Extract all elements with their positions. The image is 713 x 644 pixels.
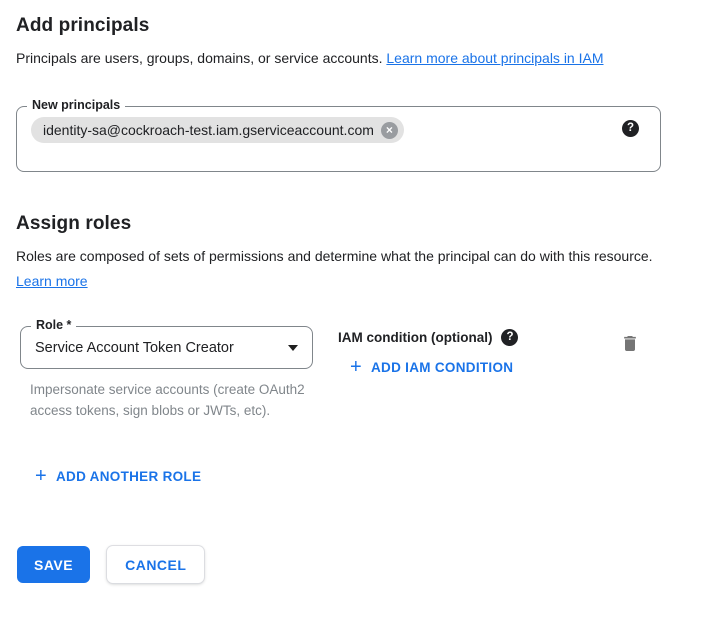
roles-description: Roles are composed of sets of permission… [16,244,671,294]
iam-condition-help-icon[interactable]: ? [501,329,518,346]
new-principals-field[interactable]: New principals identity-sa@cockroach-tes… [16,106,661,172]
plus-icon: + [35,468,47,484]
principals-description: Principals are users, groups, domains, o… [16,46,671,71]
new-principals-label: New principals [27,98,125,112]
principal-chip-label: identity-sa@cockroach-test.iam.gservicea… [43,122,374,138]
add-another-role-button[interactable]: + ADD ANOTHER ROLE [35,468,201,484]
cancel-button[interactable]: CANCEL [107,546,204,583]
role-helper-text: Impersonate service accounts (create OAu… [30,380,306,421]
role-label: Role * [31,318,76,332]
learn-more-roles-link[interactable]: Learn more [16,273,88,289]
action-buttons-row: SAVE CANCEL [16,546,697,583]
roles-description-text: Roles are composed of sets of permission… [16,248,653,264]
role-selected-value: Service Account Token Creator [35,340,234,356]
add-iam-condition-label: ADD IAM CONDITION [371,360,513,375]
iam-condition-column: IAM condition (optional) ? + ADD IAM CON… [338,326,518,378]
page-title: Add principals [16,15,697,37]
principals-help-icon[interactable]: ? [622,120,639,137]
learn-more-principals-link[interactable]: Learn more about principals in IAM [386,50,603,66]
iam-condition-header: IAM condition (optional) ? [338,329,518,346]
save-button[interactable]: SAVE [17,546,90,583]
chip-remove-icon[interactable]: × [381,122,398,139]
role-row: Role * Service Account Token Creator Imp… [16,326,697,421]
dropdown-arrow-icon [288,345,298,351]
principals-description-text: Principals are users, groups, domains, o… [16,50,383,66]
role-select[interactable]: Role * Service Account Token Creator [20,326,313,369]
iam-condition-label: IAM condition (optional) [338,330,492,345]
add-iam-condition-button[interactable]: + ADD IAM CONDITION [350,359,513,375]
principal-chip: identity-sa@cockroach-test.iam.gservicea… [31,117,404,143]
add-another-role-label: ADD ANOTHER ROLE [56,469,201,484]
delete-role-button[interactable] [620,333,640,357]
role-column: Role * Service Account Token Creator Imp… [16,326,313,421]
plus-icon: + [350,359,362,375]
trash-icon [620,333,640,354]
assign-roles-title: Assign roles [16,213,697,235]
add-principals-panel: Add principals Principals are users, gro… [0,15,713,583]
